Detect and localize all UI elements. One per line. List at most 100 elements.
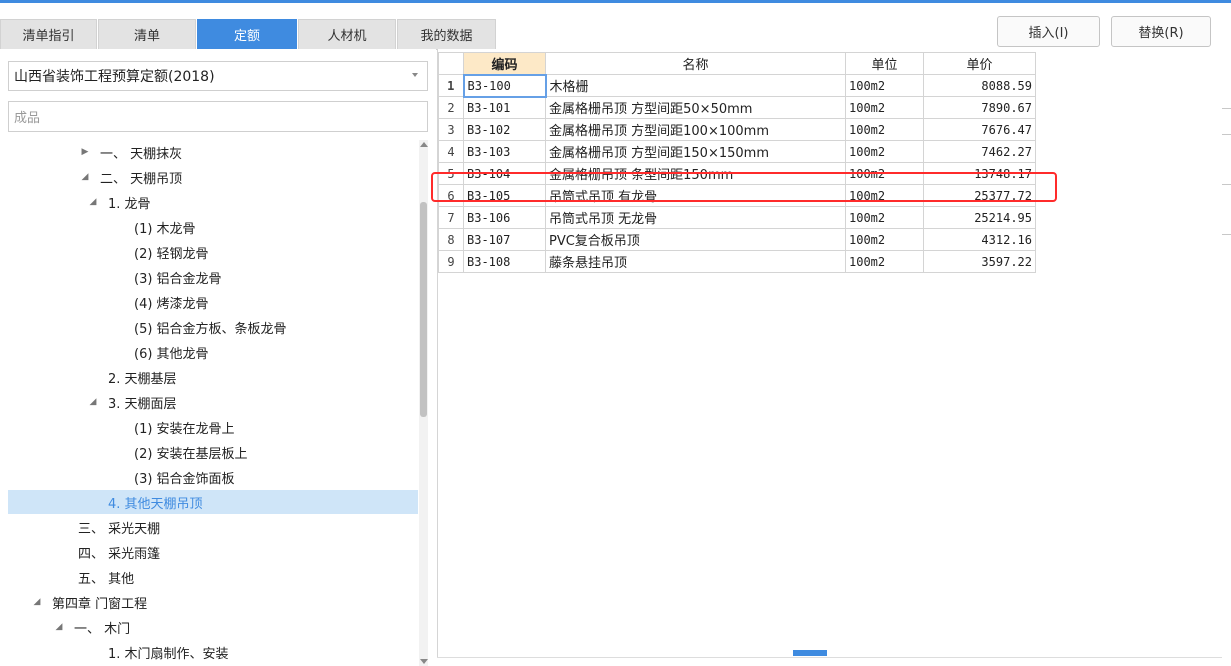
table-row[interactable]: 4 B3-103 金属格栅吊顶 方型间距150×150mm 100m2 7462.27 (438, 140, 1036, 163)
tab-my-data[interactable]: 我的数据 (397, 19, 496, 50)
code-cell[interactable]: B3-102 (463, 118, 546, 141)
tree-item-label: (1) 木龙骨 (134, 221, 196, 237)
tree-item-label: 一、 天棚抹灰 (100, 146, 183, 162)
code-cell[interactable]: B3-100 (462, 73, 547, 98)
tree-item[interactable]: 1. 木门扇制作、安装 (8, 640, 418, 664)
collapse-arrow-icon[interactable]: ◢ (52, 622, 66, 632)
tree-item[interactable]: ◢ 一、 木门 (8, 615, 418, 639)
tree-item[interactable]: ◢ 1. 龙骨 (8, 190, 418, 214)
code-cell[interactable]: B3-106 (463, 206, 546, 229)
tree-item-label: (4) 烤漆龙骨 (134, 296, 209, 312)
table-row[interactable]: 7 B3-106 吊筒式吊顶 无龙骨 100m2 25214.95 (438, 206, 1036, 229)
row-number-cell[interactable]: 3 (438, 118, 464, 141)
tree-item[interactable]: ◢ 3. 天棚面层 (8, 390, 418, 414)
tree-item[interactable]: 五、 其他 (8, 565, 418, 589)
row-number-cell[interactable]: 8 (438, 228, 464, 251)
code-cell[interactable]: B3-101 (463, 96, 546, 119)
tree-item[interactable]: 4. 其他天棚吊顶 (8, 490, 418, 514)
unit-cell[interactable]: 100m2 (845, 74, 924, 97)
chevron-down-icon[interactable] (412, 73, 418, 77)
collapse-arrow-icon[interactable]: ◢ (86, 397, 100, 407)
table-row[interactable]: 9 B3-108 藤条悬挂吊顶 100m2 3597.22 (438, 250, 1036, 273)
tree-item[interactable]: (5) 铝合金方板、条板龙骨 (8, 315, 418, 339)
column-header-unit[interactable]: 单位 (845, 52, 924, 75)
collapse-arrow-icon[interactable]: ◢ (78, 172, 92, 182)
row-number-cell[interactable]: 1 (438, 74, 464, 97)
bottom-splitter[interactable] (437, 650, 1222, 666)
table-row[interactable]: 1 B3-100 木格栅 100m2 8088.59 (438, 73, 1036, 98)
collapse-arrow-icon[interactable]: ◢ (86, 197, 100, 207)
price-cell[interactable]: 25214.95 (923, 206, 1036, 229)
unit-cell[interactable]: 100m2 (845, 250, 924, 273)
splitter-handle[interactable] (793, 650, 827, 656)
tree-item[interactable]: ▶ 一、 天棚抹灰 (8, 140, 418, 164)
tree-item[interactable]: 2. 天棚基层 (8, 365, 418, 389)
insert-button[interactable]: 插入(I) (997, 16, 1100, 47)
tree-item[interactable]: (6) 其他龙骨 (8, 340, 418, 364)
price-cell[interactable]: 8088.59 (923, 74, 1036, 97)
tab-labor-material-machine[interactable]: 人材机 (298, 19, 396, 50)
tree-scrollbar[interactable] (419, 140, 428, 666)
tree-item[interactable]: ◢ 第四章 门窗工程 (8, 590, 418, 614)
name-cell[interactable]: 金属格栅吊顶 方型间距150×150mm (545, 140, 846, 163)
price-cell[interactable]: 7676.47 (923, 118, 1036, 141)
name-cell[interactable]: 藤条悬挂吊顶 (545, 250, 846, 273)
highlight-box (431, 172, 1057, 202)
name-cell[interactable]: 吊筒式吊顶 无龙骨 (545, 206, 846, 229)
tree-item[interactable]: (1) 安装在龙骨上 (8, 415, 418, 439)
column-header-price[interactable]: 单价 (923, 52, 1036, 75)
name-cell[interactable]: 木格栅 (545, 74, 846, 97)
table-row[interactable]: 3 B3-102 金属格栅吊顶 方型间距100×100mm 100m2 7676.47 (438, 118, 1036, 141)
scrollbar-thumb[interactable] (420, 202, 427, 417)
search-input[interactable]: 成品 (8, 101, 428, 132)
tree-item[interactable]: (2) 安装在基层板上 (8, 440, 418, 464)
tree-item[interactable]: (4) 烤漆龙骨 (8, 290, 418, 314)
row-number-cell[interactable]: 7 (438, 206, 464, 229)
price-cell[interactable]: 7890.67 (923, 96, 1036, 119)
tree-item[interactable]: (3) 铝合金饰面板 (8, 465, 418, 489)
quota-table: 编码 名称 单位 单价 1 B3-100 木格栅 100m2 8088.59 2 B3-10… (438, 52, 1036, 273)
tree-item[interactable]: (2) 轻钢龙骨 (8, 240, 418, 264)
tab-bill[interactable]: 清单 (98, 19, 196, 50)
tree-item[interactable]: ◢ 二、 天棚吊顶 (8, 165, 418, 189)
tree-item[interactable]: 三、 采光天棚 (8, 515, 418, 539)
unit-cell[interactable]: 100m2 (845, 118, 924, 141)
expand-arrow-icon[interactable]: ▶ (78, 147, 92, 157)
unit-cell[interactable]: 100m2 (845, 96, 924, 119)
tree-item-label: (2) 轻钢龙骨 (134, 246, 209, 262)
tree-item[interactable]: (1) 木龙骨 (8, 215, 418, 239)
column-header-name[interactable]: 名称 (545, 52, 846, 75)
code-cell[interactable]: B3-103 (463, 140, 546, 163)
name-cell[interactable]: 金属格栅吊顶 方型间距50×50mm (545, 96, 846, 119)
price-cell[interactable]: 4312.16 (923, 228, 1036, 251)
quota-library-select[interactable]: 山西省装饰工程预算定额(2018) (8, 61, 428, 91)
column-header-code[interactable]: 编码 (463, 52, 546, 75)
collapse-arrow-icon[interactable]: ◢ (30, 597, 44, 607)
unit-cell[interactable]: 100m2 (845, 228, 924, 251)
scroll-up-icon[interactable] (420, 142, 428, 147)
tree-item[interactable]: (3) 铝合金龙骨 (8, 265, 418, 289)
tab-quota[interactable]: 定额 (197, 19, 297, 50)
name-cell[interactable]: 金属格栅吊顶 方型间距100×100mm (545, 118, 846, 141)
code-cell[interactable]: B3-107 (463, 228, 546, 251)
row-number-cell[interactable]: 2 (438, 96, 464, 119)
unit-cell[interactable]: 100m2 (845, 140, 924, 163)
name-cell[interactable]: PVC复合板吊顶 (545, 228, 846, 251)
price-cell[interactable]: 3597.22 (923, 250, 1036, 273)
tab-bill-guide[interactable]: 清单指引 (0, 19, 97, 50)
table-row[interactable]: 2 B3-101 金属格栅吊顶 方型间距50×50mm 100m2 7890.67 (438, 96, 1036, 119)
code-cell[interactable]: B3-108 (463, 250, 546, 273)
replace-button[interactable]: 替换(R) (1111, 16, 1211, 47)
table-header-row: 编码 名称 单位 单价 (438, 52, 1036, 75)
tree-item[interactable]: 四、 采光雨篷 (8, 540, 418, 564)
tree-item-label: 三、 采光天棚 (78, 521, 161, 537)
unit-cell[interactable]: 100m2 (845, 206, 924, 229)
row-number-cell[interactable]: 4 (438, 140, 464, 163)
price-cell[interactable]: 7462.27 (923, 140, 1036, 163)
table-row[interactable]: 8 B3-107 PVC复合板吊顶 100m2 4312.16 (438, 228, 1036, 251)
scroll-down-icon[interactable] (420, 659, 428, 664)
tree-item-label: (3) 铝合金龙骨 (134, 271, 222, 287)
row-number-cell[interactable]: 9 (438, 250, 464, 273)
tree-item-label: (2) 安装在基层板上 (134, 446, 248, 462)
tree-item-label: (6) 其他龙骨 (134, 346, 209, 362)
